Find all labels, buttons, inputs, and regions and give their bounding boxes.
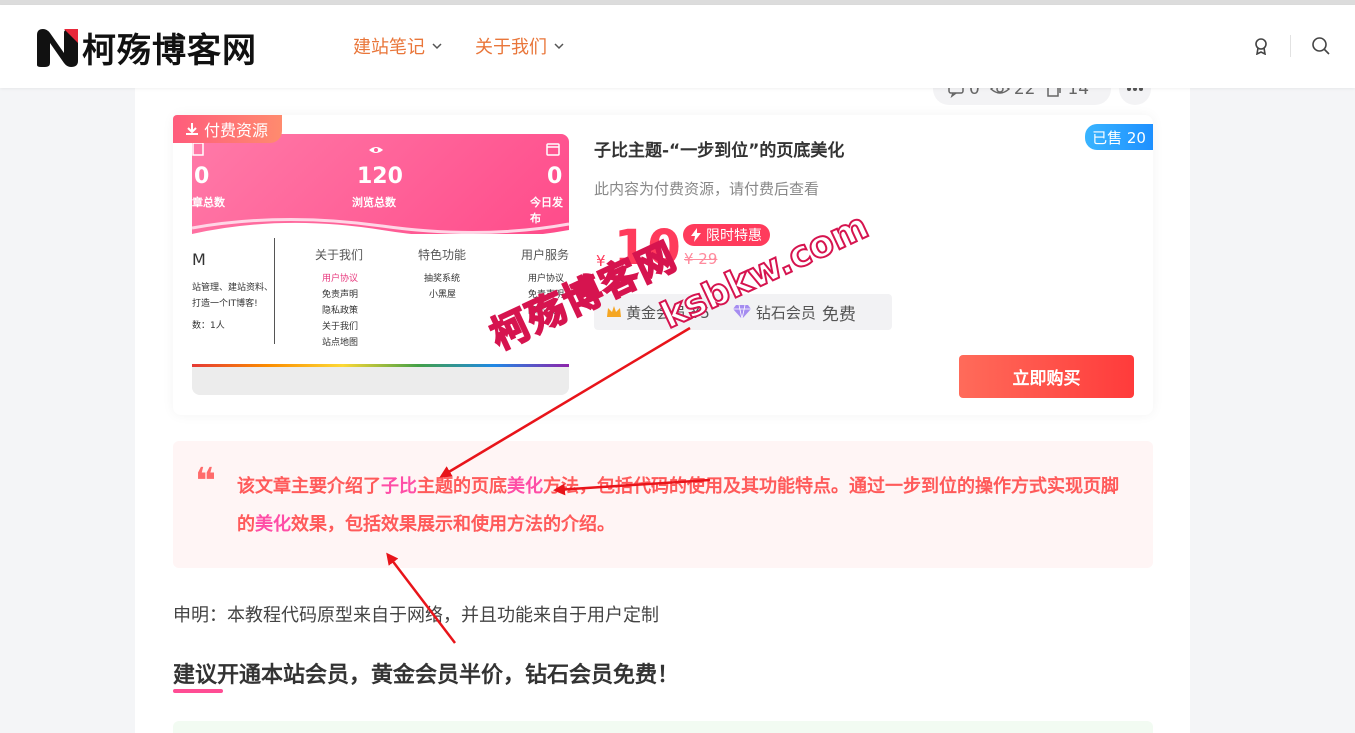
main-nav: 建站笔记 关于我们	[353, 33, 597, 59]
nav-label: 关于我们	[475, 37, 547, 58]
calendar-icon	[546, 143, 560, 156]
header-divider	[1290, 35, 1291, 57]
logo-text: 柯殇博客网	[82, 30, 257, 71]
declaration-text: 申明：本教程代码原型来自于网络，并且功能来自于用户定制	[173, 605, 659, 626]
heading-underline	[173, 689, 223, 693]
thumb-lbl-left: 章总数	[192, 196, 225, 209]
quote-highlight: 美化	[255, 514, 291, 535]
download-icon	[186, 123, 198, 135]
nav-item-about[interactable]: 关于我们	[475, 33, 565, 59]
thumb-left-line: 数：1人	[192, 321, 225, 331]
vip-diamond-free: 免费	[821, 304, 856, 325]
quote-part: 主题的页底	[417, 476, 507, 497]
thumb-link: 用户协议	[322, 274, 359, 284]
search-icon[interactable]	[1311, 36, 1331, 56]
thumb-num-right: 0	[547, 164, 563, 189]
thumb-col-head: 用户服务	[521, 248, 569, 262]
site-logo[interactable]: 柯殇博客网	[34, 23, 257, 71]
buy-now-button[interactable]: 立即购买	[959, 355, 1134, 398]
thumb-link: 小黑屋	[429, 290, 457, 300]
chevron-down-icon	[554, 43, 564, 50]
vip-diamond-price: 钻石会员 免费	[732, 300, 856, 325]
limited-offer-badge: 限时特惠	[683, 224, 770, 246]
thumb-num-left: 0	[194, 164, 210, 189]
thumb-link: 站点地图	[322, 338, 359, 348]
thumb-link: 关于我们	[322, 322, 359, 332]
next-section-box	[173, 721, 1153, 733]
site-header: 柯殇博客网 建站笔记 关于我们	[0, 5, 1355, 88]
thumb-link: 隐私政策	[322, 306, 359, 316]
nav-label: 建站笔记	[353, 37, 425, 58]
thumb-bottom-bar	[192, 367, 569, 395]
thumb-link: 免责声明	[322, 290, 359, 300]
nav-item-notes[interactable]: 建站笔记	[353, 33, 443, 59]
logo-n-icon	[37, 29, 78, 67]
eye-icon	[369, 147, 383, 153]
thumb-link: 抽奖系统	[424, 274, 461, 284]
summary-quote-text: 该文章主要介绍了子比主题的页底美化方法，包括代码的使用及其功能特点。通过一步到位…	[237, 468, 1127, 544]
lightning-icon	[691, 228, 701, 242]
quote-part: 该文章主要介绍了	[237, 476, 381, 497]
thumb-left-line: 打造一个IT博客!	[192, 299, 258, 309]
quote-highlight: 子比	[381, 476, 417, 497]
thumb-col-head: 关于我们	[315, 248, 364, 262]
resource-thumbnail[interactable]: 0 120 0 章总数 浏览总数 今日发布 M 站管理、建站资料、 打造一个IT…	[192, 134, 569, 395]
member-advice-heading: 建议开通本站会员，黄金会员半价，钻石会员免费！	[173, 663, 680, 688]
thumb-left-line: 站管理、建站资料、	[192, 283, 274, 293]
thumb-col-head: 特色功能	[418, 248, 467, 262]
original-price: ¥ 29	[684, 250, 718, 268]
document-icon	[192, 142, 204, 156]
thumb-left-big: M	[192, 250, 206, 269]
thumb-divider	[274, 238, 275, 344]
limited-offer-label: 限时特惠	[706, 228, 762, 244]
resource-desc: 此内容为付费资源，请付费后查看	[594, 180, 820, 198]
user-badge-icon[interactable]	[1252, 37, 1270, 55]
chevron-down-icon	[432, 43, 442, 50]
quote-icon: ❝	[195, 461, 217, 502]
ribbon-label: 付费资源	[204, 121, 269, 140]
header-actions	[1252, 35, 1331, 57]
thumb-lbl-mid: 浏览总数	[352, 196, 396, 209]
quote-part: 效果，包括效果展示和使用方法的介绍。	[291, 514, 615, 535]
quote-highlight: 美化	[507, 476, 543, 497]
resource-title: 子比主题-“一步到位”的页底美化	[594, 141, 845, 161]
paid-resource-ribbon: 付费资源	[173, 115, 283, 143]
thumb-num-mid: 120	[357, 164, 403, 189]
vip-diamond-label: 钻石会员	[755, 303, 816, 322]
sold-count-badge: 已售 20	[1085, 124, 1153, 150]
